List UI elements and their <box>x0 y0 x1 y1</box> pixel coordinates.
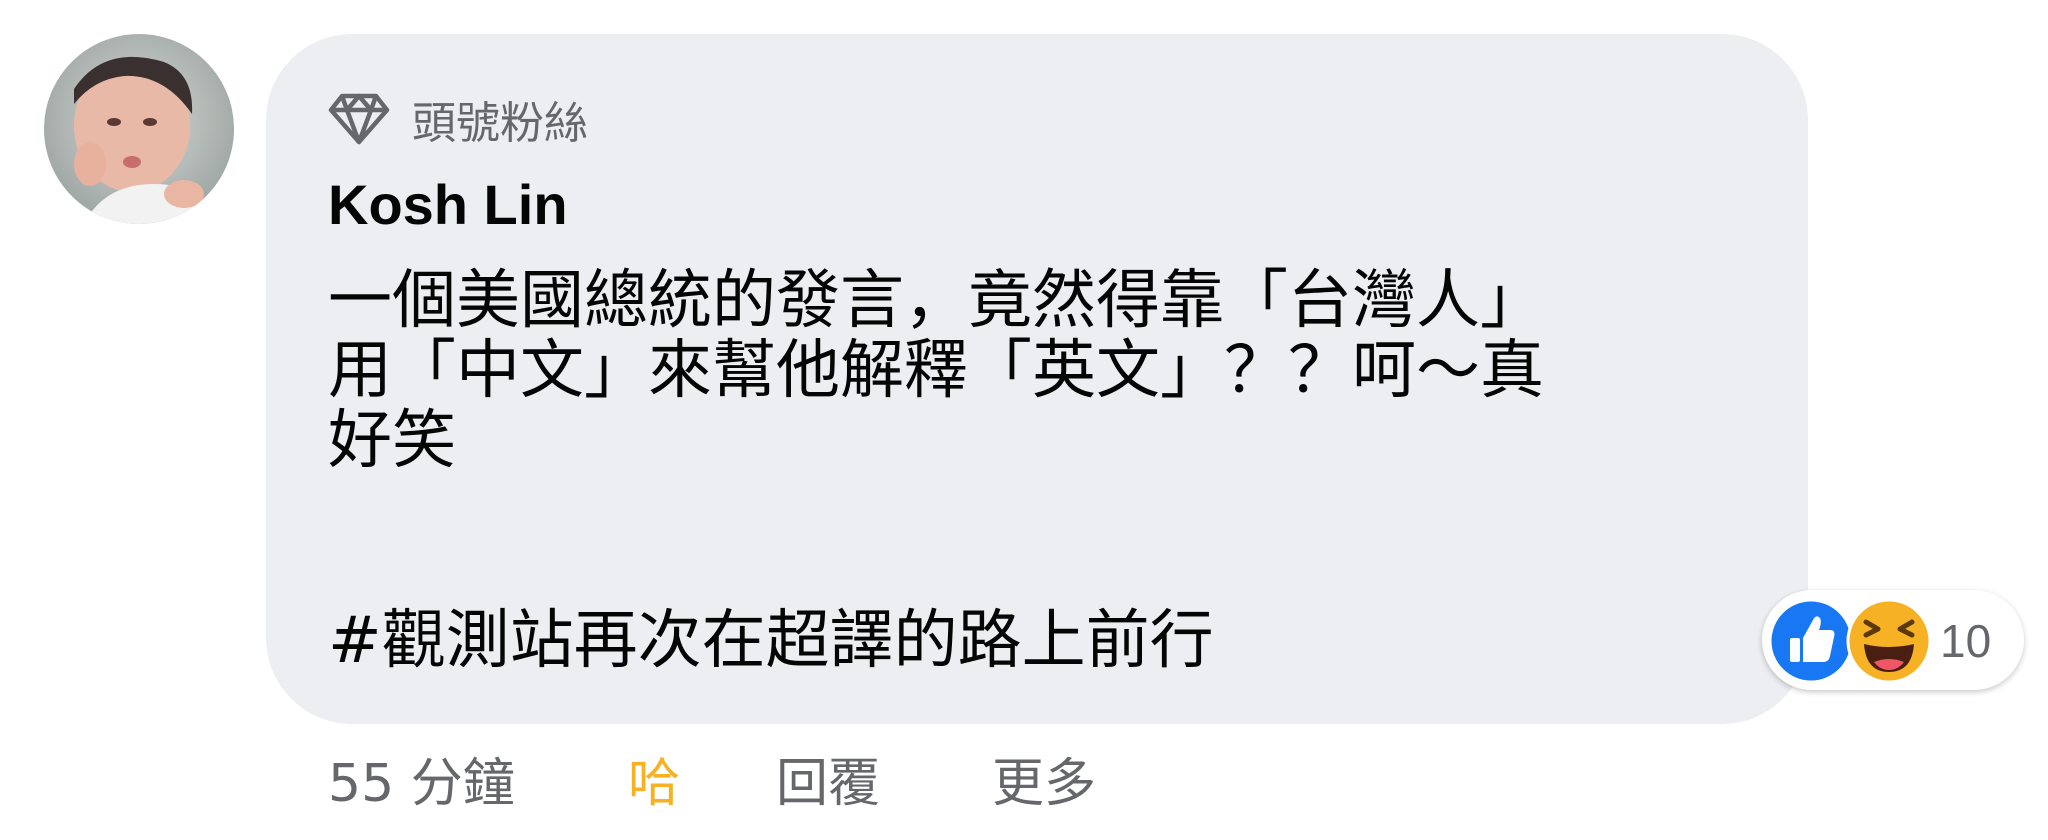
reaction-summary[interactable]: 10 <box>1762 590 2024 690</box>
like-icon <box>1768 598 1854 684</box>
react-button[interactable]: 哈 <box>628 741 776 816</box>
comment-actions: 55 分鐘 哈 回覆 更多 <box>328 742 1096 814</box>
haha-icon <box>1846 598 1932 684</box>
comment-thread: 頭號粉絲 Kosh Lin 一個美國總統的發言，竟然得靠「台灣人」 用「中文」來… <box>0 0 2048 840</box>
comment-text: 一個美國總統的發言，竟然得靠「台灣人」 用「中文」來幫他解釋「英文」？？呵～真 … <box>328 266 1768 476</box>
diamond-icon <box>328 93 390 145</box>
top-fan-badge: 頭號粉絲 <box>328 88 588 150</box>
comment-line: 好笑 <box>328 404 456 478</box>
avatar-photo <box>44 34 234 224</box>
reaction-count: 10 <box>1940 615 1992 667</box>
comment-timestamp[interactable]: 55 分鐘 <box>328 741 628 816</box>
hashtag-line[interactable]: #觀測站再次在超譯的路上前行 <box>328 606 1214 676</box>
avatar[interactable] <box>44 34 234 224</box>
comment-line: 一個美國總統的發言，竟然得靠「台灣人」 <box>328 264 1544 338</box>
reply-button[interactable]: 回覆 <box>776 741 992 816</box>
comment-line: 用「中文」來幫他解釋「英文」？？呵～真 <box>328 334 1544 408</box>
badge-label: 頭號粉絲 <box>412 98 588 149</box>
more-button[interactable]: 更多 <box>992 741 1096 816</box>
comment-author[interactable]: Kosh Lin <box>328 172 568 237</box>
